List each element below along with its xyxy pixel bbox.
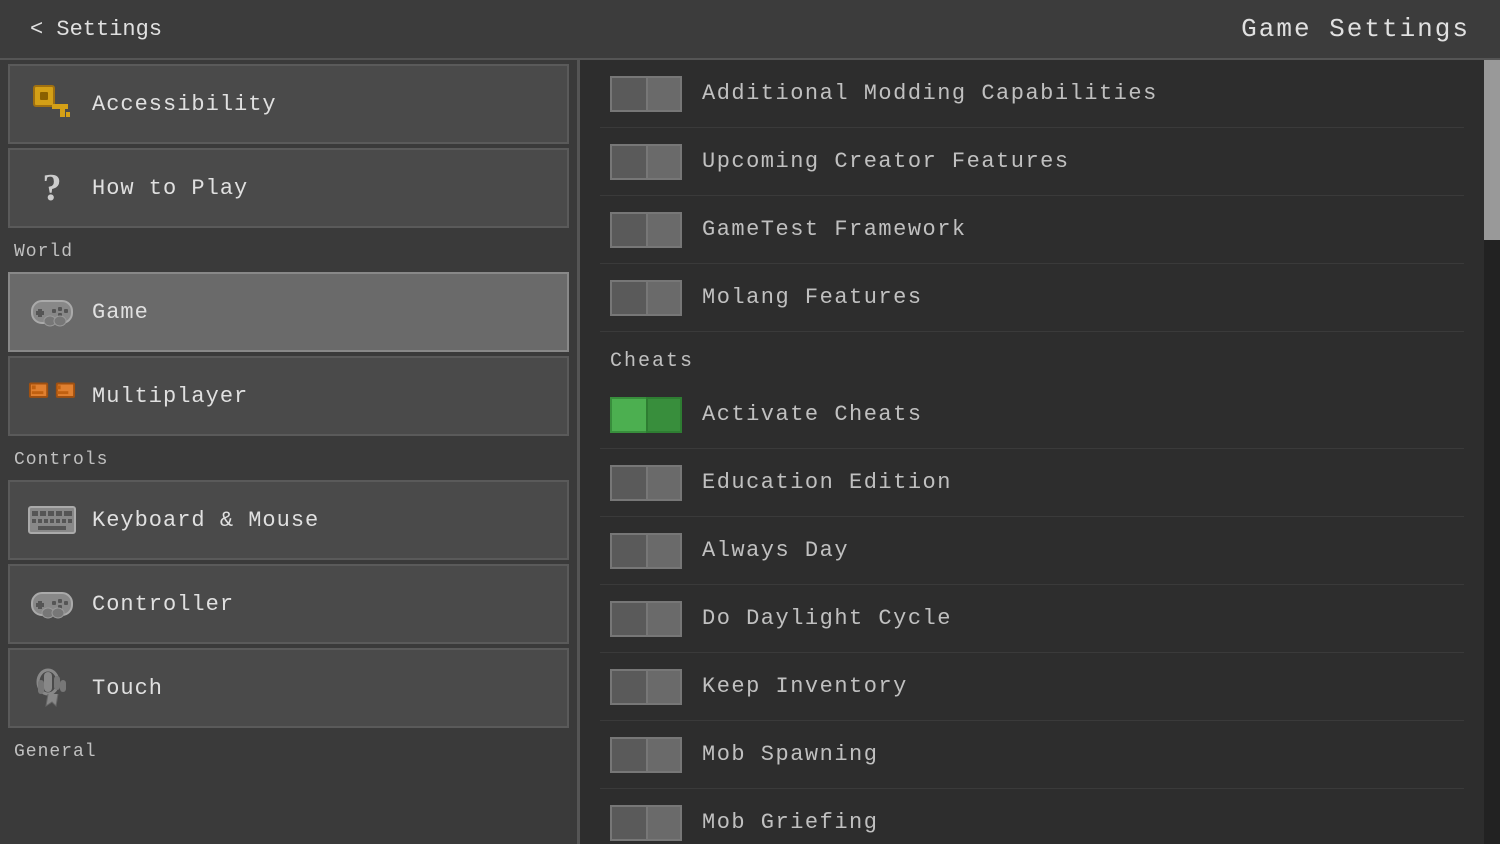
toggle-right: [646, 465, 682, 501]
content-scrollbar[interactable]: [1484, 60, 1500, 844]
molang-label: Molang Features: [702, 285, 1454, 310]
upcoming-creator-label: Upcoming Creator Features: [702, 149, 1454, 174]
keep-inventory-row: Keep Inventory: [600, 653, 1464, 721]
content-area: Additional Modding Capabilities Upcoming…: [580, 60, 1484, 844]
do-daylight-label: Do Daylight Cycle: [702, 606, 1454, 631]
activate-cheats-row: Activate Cheats: [600, 381, 1464, 449]
activate-cheats-toggle[interactable]: [610, 397, 682, 433]
mob-spawning-toggle[interactable]: [610, 737, 682, 773]
key-icon: [28, 80, 76, 128]
sidebar-item-touch[interactable]: Touch: [8, 648, 569, 728]
toggle-left: [610, 465, 646, 501]
gametest-label: GameTest Framework: [702, 217, 1454, 242]
game-label: Game: [92, 300, 149, 325]
always-day-toggle[interactable]: [610, 533, 682, 569]
general-section-label: General: [0, 732, 577, 768]
keyboard-icon: [28, 496, 76, 544]
toggle-left: [610, 76, 646, 112]
toggle-right: [646, 76, 682, 112]
toggle-right: [646, 737, 682, 773]
keyboard-mouse-label: Keyboard & Mouse: [92, 508, 319, 533]
keep-inventory-label: Keep Inventory: [702, 674, 1454, 699]
controls-section-label: Controls: [0, 440, 577, 476]
mob-spawning-label: Mob Spawning: [702, 742, 1454, 767]
activate-cheats-label: Activate Cheats: [702, 402, 1454, 427]
toggle-left: [610, 144, 646, 180]
education-edition-label: Education Edition: [702, 470, 1454, 495]
world-section-label: World: [0, 232, 577, 268]
how-to-play-label: How to Play: [92, 176, 248, 201]
education-toggle[interactable]: [610, 465, 682, 501]
toggle-right: [646, 397, 682, 433]
sidebar-item-multiplayer[interactable]: Multiplayer: [8, 356, 569, 436]
controller-label: Controller: [92, 592, 234, 617]
always-day-row: Always Day: [600, 517, 1464, 585]
toggle-right: [646, 601, 682, 637]
keep-inventory-toggle[interactable]: [610, 669, 682, 705]
mob-griefing-label: Mob Griefing: [702, 810, 1454, 835]
do-daylight-toggle[interactable]: [610, 601, 682, 637]
molang-features-row: Molang Features: [600, 264, 1464, 332]
always-day-label: Always Day: [702, 538, 1454, 563]
toggle-right: [646, 212, 682, 248]
gamepad-icon: [28, 288, 76, 336]
sidebar-item-how-to-play[interactable]: ? How to Play: [8, 148, 569, 228]
education-edition-row: Education Edition: [600, 449, 1464, 517]
toggle-left: [610, 737, 646, 773]
mob-spawning-row: Mob Spawning: [600, 721, 1464, 789]
cheats-section-label: Cheats: [600, 332, 1464, 381]
sidebar-item-controller[interactable]: Controller: [8, 564, 569, 644]
touch-icon: [28, 664, 76, 712]
accessibility-label: Accessibility: [92, 92, 277, 117]
additional-modding-row: Additional Modding Capabilities: [600, 60, 1464, 128]
toggle-right: [646, 805, 682, 841]
header: < Settings Game Settings: [0, 0, 1500, 60]
sidebar-item-keyboard-mouse[interactable]: Keyboard & Mouse: [8, 480, 569, 560]
toggle-right: [646, 533, 682, 569]
sidebar-item-game[interactable]: Game: [8, 272, 569, 352]
toggle-left: [610, 669, 646, 705]
multiplayer-label: Multiplayer: [92, 384, 248, 409]
toggle-right: [646, 669, 682, 705]
upcoming-creator-row: Upcoming Creator Features: [600, 128, 1464, 196]
toggle-left: [610, 601, 646, 637]
page-title: Game Settings: [1241, 14, 1470, 44]
additional-modding-label: Additional Modding Capabilities: [702, 81, 1454, 106]
multiplayer-icon: [28, 372, 76, 420]
toggle-left: [610, 805, 646, 841]
sidebar-item-accessibility[interactable]: Accessibility: [8, 64, 569, 144]
sidebar: Accessibility ? How to Play World: [0, 60, 580, 844]
scrollbar-thumb[interactable]: [1484, 60, 1500, 240]
back-button[interactable]: < Settings: [30, 17, 162, 42]
mob-griefing-row: Mob Griefing: [600, 789, 1464, 844]
mob-griefing-toggle[interactable]: [610, 805, 682, 841]
toggle-left: [610, 212, 646, 248]
do-daylight-row: Do Daylight Cycle: [600, 585, 1464, 653]
molang-toggle[interactable]: [610, 280, 682, 316]
upcoming-creator-toggle[interactable]: [610, 144, 682, 180]
main-layout: Accessibility ? How to Play World: [0, 60, 1500, 844]
gametest-toggle[interactable]: [610, 212, 682, 248]
toggle-right: [646, 280, 682, 316]
touch-label: Touch: [92, 676, 163, 701]
gametest-framework-row: GameTest Framework: [600, 196, 1464, 264]
controller-icon: [28, 580, 76, 628]
question-icon: ?: [28, 164, 76, 212]
toggle-right: [646, 144, 682, 180]
additional-modding-toggle[interactable]: [610, 76, 682, 112]
toggle-left: [610, 280, 646, 316]
toggle-left: [610, 533, 646, 569]
toggle-left: [610, 397, 646, 433]
